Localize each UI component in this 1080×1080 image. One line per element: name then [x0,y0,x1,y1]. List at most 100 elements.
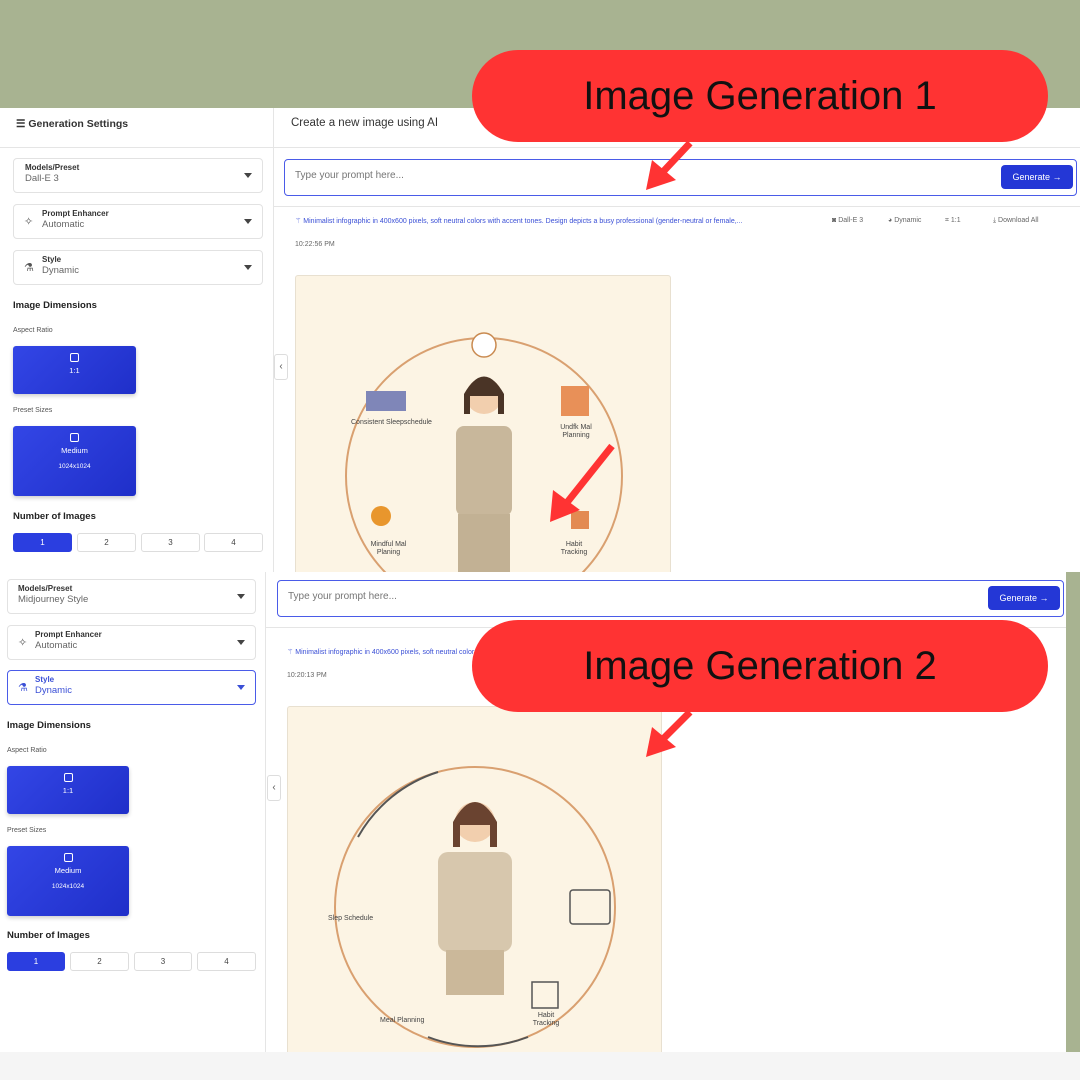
preset-size: 1024x1024 [51,883,85,890]
model-select[interactable]: Models/Preset Midjourney Style [7,579,256,614]
prompt-box: Generate → [277,580,1064,617]
generate-button[interactable]: Generate → [1001,165,1073,189]
model-value: Dall-E 3 [25,173,59,184]
prompt-text[interactable]: Minimalist infographic in 400x600 pixels… [295,649,477,656]
caption-sleep: Consistent Sleepschedule [351,419,432,426]
aspect-value: 1:1 [62,786,74,795]
preset-value: Medium [61,446,88,455]
divider [274,206,1080,207]
sparkle-icon: ✧ [18,637,28,649]
preset-label: Preset Sizes [7,827,47,834]
square-icon [63,853,73,862]
meta-ratio: 1:1 [950,217,961,224]
meta-style: Dynamic [894,217,922,224]
callout-image-generation-2: Image Generation 2 [472,620,1048,712]
model-label: Models/Preset [25,163,80,172]
aspect-1-1-button[interactable]: 1:1 [13,346,136,394]
caret-down-icon [244,265,252,270]
square-icon [70,353,79,362]
prompt-input[interactable] [295,170,935,181]
sidebar: ☰ Generation Settings Models/Preset Dall-… [0,108,274,572]
meta-model: Dall-E 3 [838,217,864,224]
square-icon [70,433,79,442]
collapse-sidebar-button[interactable]: ‹ [274,354,288,380]
timestamp: 10:22:56 PM [295,241,335,248]
dimensions-heading: Image Dimensions [13,300,97,311]
generated-image[interactable]: Slep Schedule Meal Planning Habit Tracki… [287,706,662,1052]
num-images-1[interactable]: 1 [7,952,65,971]
preset-size: 1024x1024 [58,463,91,470]
caret-down-icon [237,640,245,645]
num-images-4[interactable]: 4 [197,952,256,971]
prompt-text[interactable]: Minimalist infographic in 400x600 pixels… [303,218,742,225]
caret-down-icon [244,219,252,224]
aspect-value: 1:1 [69,366,80,375]
infographic-illustration [334,766,616,1048]
callout-image-generation-1: Image Generation 1 [472,50,1048,142]
style-label: Style [42,255,62,264]
num-images-2[interactable]: 2 [70,952,129,971]
model-value: Midjourney Style [18,594,89,605]
caption-meal-planning: Undfk Mal Planning [560,424,592,440]
num-images-heading: Number of Images [13,511,96,522]
wand-icon: ⚚ [295,218,304,225]
preset-value: Medium [54,866,82,875]
enhancer-label: Prompt Enhancer [35,630,102,639]
aspect-label: Aspect Ratio [13,327,53,334]
style-value: Dynamic [42,265,79,276]
generate-button[interactable]: Generate → [988,586,1060,610]
download-all-button[interactable]: ⤓ Download All [993,217,1039,225]
prompt-enhancer-select[interactable]: ✧ Prompt Enhancer Automatic [13,204,263,239]
model-label: Models/Preset [18,584,73,593]
caption-mindful: Mindful Mal Planing [370,541,407,557]
enhancer-value: Automatic [35,640,78,651]
aspect-1-1-button[interactable]: 1:1 [7,766,129,814]
sidebar: Models/Preset Midjourney Style ✧ Prompt En… [0,572,266,1052]
sidebar-title: Generation Settings [28,118,129,130]
num-images-3[interactable]: 3 [134,952,192,971]
sidebar-header: ☰ Generation Settings [16,118,128,130]
num-images-2[interactable]: 2 [77,533,136,552]
num-images-heading: Number of Images [7,930,90,941]
flask-icon: ⚗ [18,682,28,694]
bottom-bar [0,1052,1080,1080]
caret-down-icon [244,173,252,178]
prompt-box: Generate → [284,159,1077,196]
caret-down-icon [237,594,245,599]
num-images-4[interactable]: 4 [204,533,263,552]
num-images-3[interactable]: 3 [141,533,200,552]
style-label: Style [35,675,55,684]
sliders-icon: ☰ [16,118,29,130]
enhancer-value: Automatic [42,219,85,230]
num-images-1[interactable]: 1 [13,533,72,552]
caption-habit: Habit Tracking [560,541,588,557]
timestamp: 10:20:13 PM [287,672,327,679]
main-title: Create a new image using AI [291,117,439,129]
dimensions-heading: Image Dimensions [7,720,91,731]
preset-label: Preset Sizes [13,407,53,414]
caption-habit: Habit Tracking [532,1012,560,1028]
aspect-label: Aspect Ratio [7,747,47,754]
style-select[interactable]: ⚗ Style Dynamic [13,250,263,285]
download-label: Download All [998,217,1039,224]
enhancer-label: Prompt Enhancer [42,209,109,218]
screenshot-1: ☰ Generation Settings Models/Preset Dall-… [0,108,1080,572]
preset-medium-button[interactable]: Medium 1024x1024 [13,426,136,496]
caption-meal-planning: Meal Planning [380,1017,425,1024]
caption-sleep: Slep Schedule [328,915,374,922]
caret-down-icon [237,685,245,690]
wand-icon: ⚚ [287,649,296,656]
divider [274,147,1080,148]
prompt-enhancer-select[interactable]: ✧ Prompt Enhancer Automatic [7,625,256,660]
prompt-input[interactable] [288,591,928,602]
preset-medium-button[interactable]: Medium 1024x1024 [7,846,129,916]
sparkle-icon: ✧ [24,216,34,228]
flask-icon: ⚗ [24,262,34,274]
divider [0,147,274,148]
square-icon [63,773,73,782]
generated-image[interactable]: Consistent Sleepschedule Undfk Mal Plann… [295,275,671,572]
collapse-sidebar-button[interactable]: ‹ [267,775,281,801]
style-select[interactable]: ⚗ Style Dynamic [7,670,256,705]
model-select[interactable]: Models/Preset Dall-E 3 [13,158,263,193]
style-value: Dynamic [35,685,72,696]
